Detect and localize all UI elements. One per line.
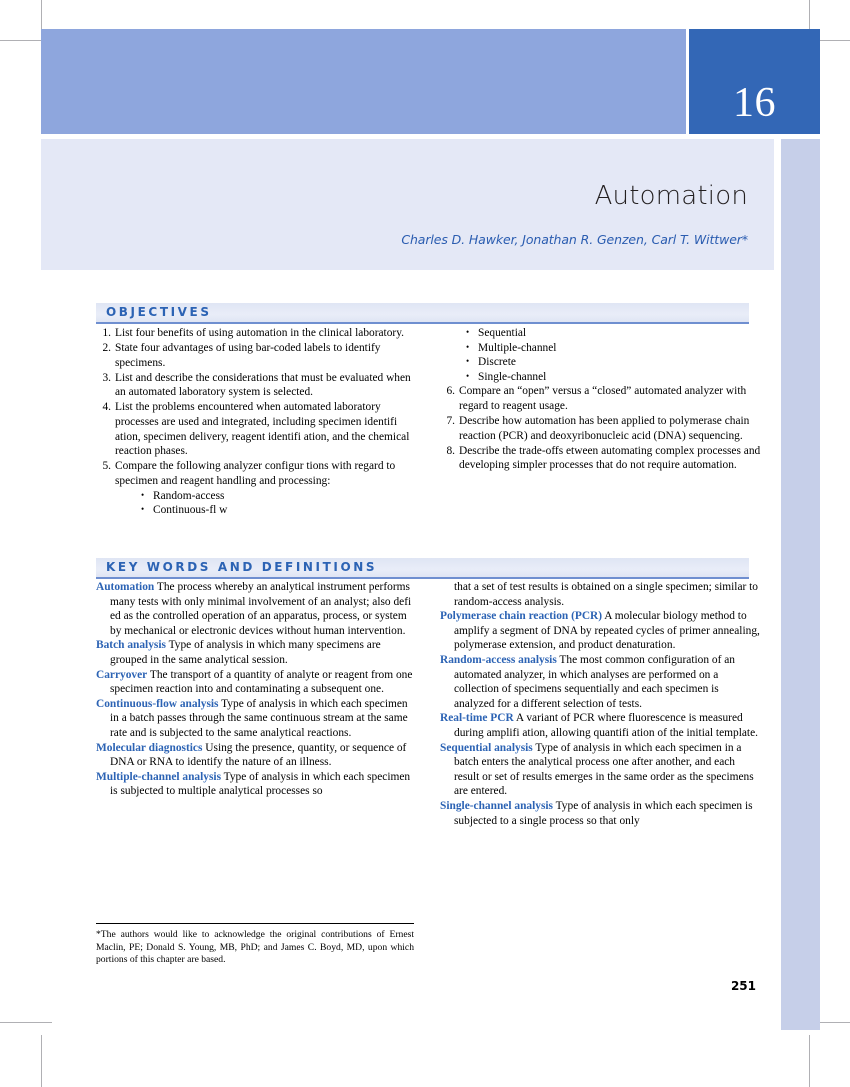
objective-bullet: Continuous-fl w [141, 502, 418, 518]
objective-text: State four advantages of using bar-coded… [115, 342, 381, 369]
keyword-term: Automation [96, 581, 155, 593]
objective-item: 2. State four advantages of using bar-co… [96, 341, 418, 370]
keyword-definition: The process whereby an analytical instru… [110, 581, 412, 637]
objective-text: Compare the following analyzer configur … [115, 460, 396, 487]
keyword-term: Multiple-channel analysis [96, 770, 221, 783]
footnote-divider [96, 923, 414, 924]
objective-item: 5. Compare the following analyzer config… [96, 459, 418, 517]
objective-number: 8. [446, 444, 455, 457]
objectives-heading-label: OBJECTIVES [106, 305, 212, 319]
keyword-term: Batch analysis [96, 639, 166, 652]
objective-bullet: Sequential [466, 325, 762, 341]
keywords-column-left: Automation The process whereby an analyt… [96, 580, 418, 799]
chapter-header-band [41, 29, 686, 134]
keyword-entry: Multiple-channel analysis Type of analys… [96, 770, 418, 799]
objective-sub-bullets-continued: Sequential Multiple-channel Discrete Sin… [440, 325, 762, 385]
objective-bullet: Random-access [141, 488, 418, 504]
keyword-term: Molecular diagnostics [96, 741, 203, 754]
objective-number: 4. [102, 401, 111, 414]
objective-text: Describe how automation has been applied… [459, 415, 750, 442]
objective-number: 1. [102, 327, 111, 339]
keyword-definition: The transport of a quantity of analyte o… [110, 668, 413, 696]
objective-text: List the problems encountered when autom… [115, 401, 410, 458]
keyword-entry: Molecular diagnostics Using the presence… [96, 741, 418, 770]
chapter-number-box: 16 [689, 29, 820, 134]
keyword-entry: Continuous-flow analysis Type of analysi… [96, 697, 418, 741]
objective-item: 1. List four benefits of using automatio… [96, 326, 418, 341]
objective-item: 4. List the problems encountered when au… [96, 400, 418, 458]
objective-item: 6. Compare an “open” versus a “closed” a… [440, 384, 762, 413]
objective-number: 6. [446, 385, 455, 398]
keywords-column-right: that a set of test results is obtained o… [440, 580, 762, 828]
page-number: 251 [730, 979, 756, 993]
keyword-term: Single-channel analysis [440, 799, 553, 812]
keyword-entry: Carryover The transport of a quantity of… [96, 668, 418, 697]
keyword-term: Real-time PCR [440, 712, 514, 725]
objectives-section-header: OBJECTIVES [96, 303, 749, 324]
keyword-entry: Random-access analysis The most common c… [440, 653, 762, 711]
objective-number: 2. [102, 342, 111, 355]
keyword-entry: Automation The process whereby an analyt… [96, 580, 418, 638]
objective-text: Compare an “open” versus a “closed” auto… [459, 385, 747, 412]
keyword-definition-continued: that a set of test results is obtained o… [454, 581, 759, 608]
keywords-heading-label: KEY WORDS AND DEFINITIONS [106, 560, 378, 574]
objective-bullet: Single-channel [466, 369, 762, 385]
keyword-entry: Batch analysis Type of analysis in which… [96, 638, 418, 667]
objective-bullet: Discrete [466, 354, 762, 370]
objective-item: 7. Describe how automation has been appl… [440, 414, 762, 443]
objective-text: List and describe the considerations tha… [115, 371, 411, 399]
keyword-term: Random-access analysis [440, 653, 557, 666]
objective-text: List four benefits of using automation i… [115, 327, 405, 339]
keyword-entry: Sequential analysis Type of analysis in … [440, 741, 762, 799]
objective-text: Describe the trade-offs etween automatin… [459, 444, 761, 472]
keywords-section-header: KEY WORDS AND DEFINITIONS [96, 558, 749, 579]
chapter-number: 16 [733, 80, 776, 126]
objectives-list-right: 6. Compare an “open” versus a “closed” a… [440, 384, 762, 473]
objective-sub-bullets: Random-access Continuous-fl w [115, 488, 418, 518]
keyword-term: Continuous-flow analysis [96, 697, 219, 710]
objective-number: 3. [102, 371, 111, 384]
keyword-term: Sequential analysis [440, 741, 533, 754]
objective-item: 3. List and describe the considerations … [96, 371, 418, 400]
crop-mark-left-bottom [0, 1022, 52, 1023]
footnote-text: *The authors would like to acknowledge t… [96, 929, 414, 966]
crop-mark-bottom-right [809, 1035, 810, 1087]
keyword-entry: Polymerase chain reaction (PCR) A molecu… [440, 609, 762, 653]
chapter-authors: Charles D. Hawker, Jonathan R. Genzen, C… [401, 232, 748, 247]
keyword-term: Polymerase chain reaction (PCR) [440, 610, 603, 623]
objectives-column-right: Sequential Multiple-channel Discrete Sin… [440, 325, 762, 473]
right-decorative-rail [781, 139, 820, 1030]
objectives-column-left: 1. List four benefits of using automatio… [96, 326, 418, 518]
chapter-title-block: Automation Charles D. Hawker, Jonathan R… [41, 139, 774, 270]
objective-number: 7. [446, 415, 455, 428]
objective-item: 8. Describe the trade-offs etween automa… [440, 444, 762, 473]
keyword-entry: Real-time PCR A variant of PCR where flu… [440, 711, 762, 740]
page-title: Automation [594, 181, 748, 211]
keyword-term: Carryover [96, 668, 148, 681]
crop-mark-bottom-left [41, 1035, 42, 1087]
objectives-list-left: 1. List four benefits of using automatio… [96, 326, 418, 518]
objective-number: 5. [102, 460, 111, 473]
keyword-entry: Single-channel analysis Type of analysis… [440, 799, 762, 828]
objective-bullet: Multiple-channel [466, 340, 762, 356]
